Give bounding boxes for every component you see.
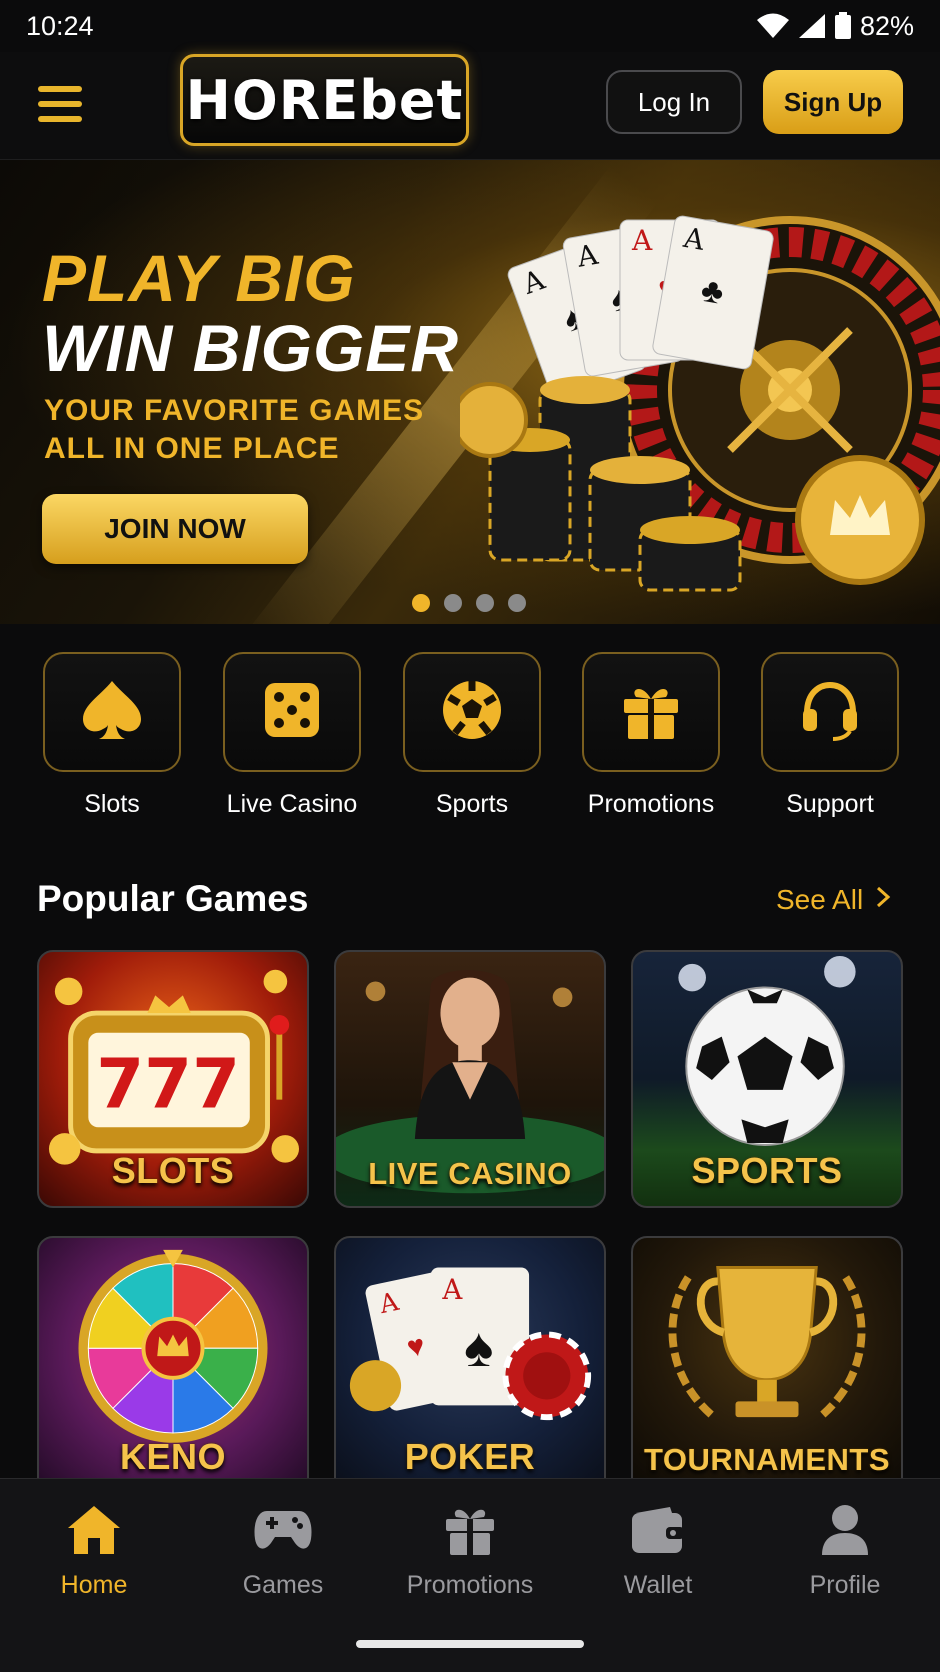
hero-subtitle-1: YOUR FAVORITE GAMES	[44, 394, 425, 427]
category-tile[interactable]	[582, 652, 720, 772]
app-header: HOREbet Log In Sign Up	[0, 52, 940, 160]
game-label: SPORTS	[691, 1150, 843, 1191]
battery-icon	[834, 12, 852, 40]
game-label: TOURNAMENTS	[643, 1442, 891, 1477]
hero-headline-2: WIN BIGGER	[42, 311, 459, 385]
nav-wallet[interactable]: Wallet	[570, 1503, 746, 1600]
brand-logo[interactable]: HOREbet	[180, 54, 469, 146]
chevron-right-icon	[875, 884, 891, 916]
game-card-live-casino[interactable]: LIVE CASINO	[334, 950, 606, 1208]
category-tile[interactable]	[223, 652, 361, 772]
hamburger-menu-icon[interactable]	[36, 82, 84, 126]
see-all-label: See All	[776, 884, 864, 915]
carousel-dot[interactable]	[508, 594, 526, 612]
nav-label: Promotions	[406, 1571, 534, 1599]
category-label: Live Casino	[226, 790, 358, 818]
game-label: SLOTS	[111, 1150, 235, 1191]
nav-label: Profile	[809, 1571, 881, 1599]
carousel-dot[interactable]	[412, 594, 430, 612]
nav-profile[interactable]: Profile	[757, 1503, 933, 1600]
signup-button[interactable]: Sign Up	[763, 70, 903, 134]
svg-text:777: 777	[96, 1045, 240, 1125]
category-tile[interactable]	[43, 652, 181, 772]
nav-label: Home	[60, 1571, 128, 1599]
game-label: POKER	[404, 1436, 536, 1477]
hero-headline-1: PLAY BIG	[42, 241, 356, 315]
category-label: Sports	[435, 790, 509, 818]
carousel-dots	[412, 594, 526, 612]
category-live-casino[interactable]: Live Casino	[222, 652, 362, 819]
logo-text: HOREbet	[185, 68, 464, 132]
game-card-slots[interactable]: 777 SLOTS	[37, 950, 309, 1208]
category-tile[interactable]	[403, 652, 541, 772]
category-slots[interactable]: Slots	[42, 652, 182, 819]
svg-text:♠: ♠	[464, 1316, 493, 1378]
status-time: 10:24	[26, 10, 94, 41]
category-tile[interactable]	[761, 652, 899, 772]
profile-icon	[820, 1503, 870, 1562]
category-label: Promotions	[587, 790, 715, 818]
nav-promotions[interactable]: Promotions	[382, 1503, 558, 1600]
category-label: Slots	[84, 790, 140, 818]
home-icon	[66, 1504, 122, 1561]
battery-level: 82%	[859, 10, 914, 41]
signal-icon	[798, 13, 826, 39]
svg-text:A: A	[441, 1274, 463, 1306]
carousel-dot[interactable]	[444, 594, 462, 612]
wifi-icon	[756, 13, 790, 39]
status-icons: 82%	[756, 11, 914, 42]
hero-banner[interactable]: A♠ A♠ A♥ A♣ PLAY BIG WIN BIGGER YOUR FAV…	[0, 160, 940, 624]
nav-games[interactable]: Games	[195, 1503, 371, 1600]
category-support[interactable]: Support	[760, 652, 900, 819]
gamepad-icon	[253, 1507, 313, 1558]
dice-icon	[259, 677, 325, 748]
category-label: Support	[786, 790, 874, 818]
category-row: Slots Live Casino Sports Promotions Supp…	[0, 652, 940, 822]
gift-icon	[443, 1503, 497, 1562]
game-label: LIVE CASINO	[368, 1156, 572, 1191]
spade-icon	[79, 677, 145, 748]
nav-label: Games	[242, 1571, 324, 1599]
see-all-link[interactable]: See All	[776, 884, 891, 916]
game-card-tournaments[interactable]: TOURNAMENTS	[631, 1236, 903, 1494]
soccer-ball-icon	[439, 677, 505, 748]
join-now-button[interactable]: JOIN NOW	[42, 494, 308, 564]
status-bar: 10:24 82%	[0, 0, 940, 52]
nav-home[interactable]: Home	[6, 1503, 182, 1600]
casino-illustration: A♠ A♠ A♥ A♣	[460, 215, 940, 592]
category-promotions[interactable]: Promotions	[581, 652, 721, 819]
home-indicator[interactable]	[356, 1640, 584, 1648]
svg-text:A: A	[631, 224, 653, 257]
login-button[interactable]: Log In	[606, 70, 742, 134]
game-card-keno[interactable]: KENO	[37, 1236, 309, 1494]
carousel-dot[interactable]	[476, 594, 494, 612]
game-label: KENO	[119, 1436, 226, 1477]
gift-icon	[618, 677, 684, 748]
headset-icon	[797, 677, 863, 748]
nav-label: Wallet	[623, 1571, 693, 1599]
hero-subtitle-2: ALL IN ONE PLACE	[44, 432, 340, 465]
category-sports[interactable]: Sports	[402, 652, 542, 819]
game-card-poker[interactable]: A ♥ A ♠ POKER	[334, 1236, 606, 1494]
wallet-icon	[630, 1505, 686, 1560]
popular-games-title: Popular Games	[37, 878, 309, 919]
game-card-sports[interactable]: SPORTS	[631, 950, 903, 1208]
